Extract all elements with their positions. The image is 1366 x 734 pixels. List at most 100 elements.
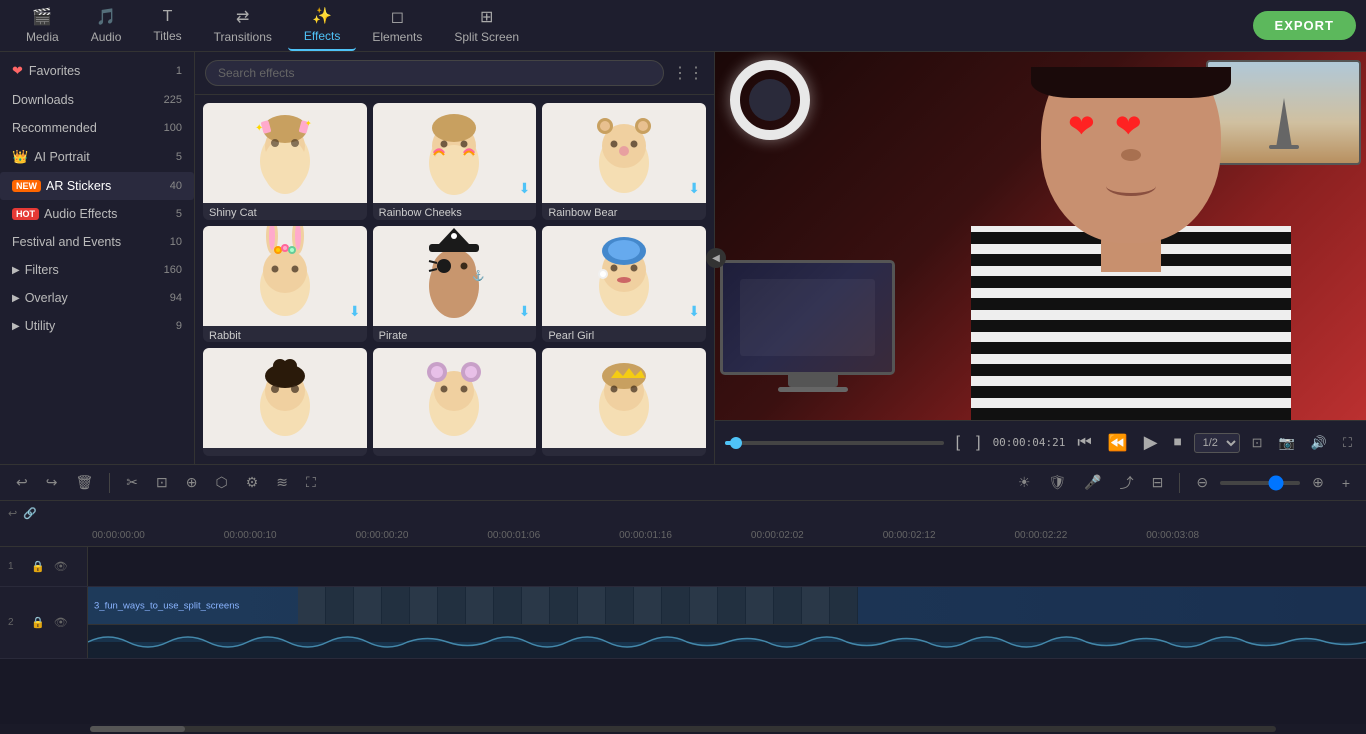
audio-adjust-button[interactable]: ≋ bbox=[270, 470, 294, 495]
crop-button[interactable]: ⊡ bbox=[150, 470, 174, 495]
sidebar-item-favorites[interactable]: ❤ Favorites 1 bbox=[0, 56, 194, 86]
shield-tool-button[interactable]: 🛡 bbox=[1042, 470, 1072, 495]
timeline-tracks: 1 🔒 👁 2 🔒 👁 3_fun_ways_to bbox=[0, 547, 1366, 724]
effects-icon: ✨ bbox=[312, 6, 332, 26]
track-2-content[interactable]: 3_fun_ways_to_use_split_screens bbox=[88, 587, 1366, 658]
nav-elements[interactable]: ◻ Elements bbox=[356, 1, 438, 50]
sidebar-item-overlay[interactable]: ▶ Overlay 94 bbox=[0, 284, 194, 312]
effects-grid: ✦ ✦ Shiny Cat bbox=[195, 95, 714, 464]
search-input[interactable] bbox=[205, 60, 664, 86]
redo-button[interactable]: ↪ bbox=[40, 470, 64, 495]
track-1-empty bbox=[88, 547, 1366, 586]
effects-panel: ⋮⋮ bbox=[195, 52, 715, 464]
rainbowbear-thumbnail bbox=[589, 108, 659, 198]
zoom-fit-button[interactable]: ⊕ bbox=[180, 470, 204, 495]
grid-view-icon[interactable]: ⋮⋮ bbox=[672, 63, 704, 83]
fit-to-screen-button[interactable]: ⊡ bbox=[1248, 431, 1267, 455]
play-button[interactable]: ▶ bbox=[1140, 428, 1162, 457]
track-2-lock-button[interactable]: 🔒 bbox=[29, 614, 47, 631]
mark-in-button[interactable]: [ bbox=[952, 430, 964, 456]
fullscreen-tool-button[interactable]: ⛶ bbox=[300, 470, 322, 495]
toolbar-right: ☀ 🛡 🎤 ⤴ ⊟ ⊖ ⊕ + bbox=[1012, 469, 1356, 497]
add-track-button[interactable]: + bbox=[1336, 471, 1356, 495]
timeline-scrollbar[interactable] bbox=[90, 726, 1276, 732]
effect-card-rabbit[interactable]: ⬇ Rabbit bbox=[203, 226, 367, 343]
scrollbar-thumb[interactable] bbox=[90, 726, 185, 732]
nav-effects[interactable]: ✨ Effects bbox=[288, 0, 356, 51]
sidebar-item-recommended[interactable]: Recommended 100 bbox=[0, 114, 194, 142]
mark-out-button[interactable]: ] bbox=[972, 430, 984, 456]
link-button[interactable]: ↩ bbox=[8, 507, 17, 520]
effect-card-9[interactable] bbox=[542, 348, 706, 456]
controls-bar: [ ] 00:00:04:21 ⏮ ⏪ ▶ ⏹ 1/4 1/2 1 2 ⊡ 📷 … bbox=[715, 420, 1366, 464]
effect-card-pirate[interactable]: ⚓ ⬇ Pirate bbox=[373, 226, 537, 343]
track-1-lock-button[interactable]: 🔒 bbox=[29, 558, 47, 575]
mic-tool-button[interactable]: 🎤 bbox=[1078, 470, 1107, 495]
stop-button[interactable]: ⏹ bbox=[1170, 430, 1186, 456]
main-body: ❤ Favorites 1 Downloads 225 Recommended … bbox=[0, 52, 1366, 464]
effect-card-7[interactable] bbox=[203, 348, 367, 456]
timeline-header: ↩ 🔗 bbox=[0, 501, 1366, 525]
undo-button[interactable]: ↩ bbox=[10, 470, 34, 495]
sidebar-item-utility[interactable]: ▶ Utility 9 bbox=[0, 312, 194, 340]
sidebar-item-aiportrait[interactable]: 👑 AI Portrait 5 bbox=[0, 142, 194, 172]
sidebar-item-downloads-count: 225 bbox=[164, 94, 182, 106]
film-frames bbox=[298, 587, 1366, 624]
volume-button[interactable]: 🔊 bbox=[1307, 431, 1331, 455]
detach-audio-button[interactable]: ⤴ bbox=[1114, 469, 1140, 497]
cut-button[interactable]: ✂ bbox=[120, 470, 144, 495]
frame-back-button[interactable]: ⏪ bbox=[1104, 429, 1132, 457]
unlink-button[interactable]: 🔗 bbox=[23, 507, 37, 520]
track-1-eye-button[interactable]: 👁 bbox=[52, 558, 70, 575]
speed-selector[interactable]: 1/4 1/2 1 2 bbox=[1194, 433, 1240, 453]
sidebar-item-aiportrait-label: AI Portrait bbox=[34, 150, 176, 164]
snapshot-button[interactable]: 📷 bbox=[1275, 431, 1299, 455]
nav-audio-label: Audio bbox=[91, 30, 122, 44]
sidebar-item-arstickers[interactable]: NEW AR Stickers 40 bbox=[0, 172, 194, 200]
color-button[interactable]: ⬡ bbox=[209, 470, 233, 495]
ruler-mark-5: 00:00:02:02 bbox=[749, 530, 881, 541]
ruler-mark-0: 00:00:00:00 bbox=[90, 530, 222, 541]
effect-card-rainbowbear[interactable]: ⬇ Rainbow Bear bbox=[542, 103, 706, 220]
nav-splitscreen[interactable]: ⊞ Split Screen bbox=[438, 1, 535, 50]
nav-titles[interactable]: T Titles bbox=[137, 2, 197, 49]
nav-transitions[interactable]: ⇄ Transitions bbox=[198, 1, 288, 50]
sidebar-item-recommended-label: Recommended bbox=[12, 121, 164, 135]
card7-label bbox=[203, 448, 367, 456]
effect-card-shinycat[interactable]: ✦ ✦ Shiny Cat bbox=[203, 103, 367, 220]
zoom-slider[interactable] bbox=[1220, 481, 1300, 485]
pearlgirl-thumbnail bbox=[589, 226, 659, 326]
panel-collapse-button[interactable]: ◀ bbox=[706, 248, 726, 268]
track-1-content[interactable] bbox=[88, 547, 1366, 586]
sidebar-item-festival[interactable]: Festival and Events 10 bbox=[0, 228, 194, 256]
effect-card-pearlgirl[interactable]: ⬇ Pearl Girl bbox=[542, 226, 706, 343]
sidebar-item-audioeffects[interactable]: HOT Audio Effects 5 bbox=[0, 200, 194, 228]
rainbowbear-label: Rainbow Bear bbox=[542, 203, 706, 220]
effect-card-8[interactable] bbox=[373, 348, 537, 456]
delete-button[interactable]: 🗑 bbox=[69, 470, 99, 495]
rainbowcheeks-download-icon: ⬇ bbox=[519, 180, 531, 197]
track-2-eye-button[interactable]: 👁 bbox=[52, 614, 70, 631]
progress-thumb[interactable] bbox=[730, 437, 742, 449]
sidebar-item-audioeffects-label: Audio Effects bbox=[44, 207, 176, 221]
preview-video: ❤❤ bbox=[715, 52, 1366, 420]
sidebar-item-downloads[interactable]: Downloads 225 bbox=[0, 86, 194, 114]
sun-tool-button[interactable]: ☀ bbox=[1012, 470, 1037, 495]
nav-audio[interactable]: 🎵 Audio bbox=[75, 1, 138, 50]
adjust-button[interactable]: ⚙ bbox=[240, 470, 265, 495]
sidebar-item-filters-count: 160 bbox=[164, 264, 182, 276]
fullscreen-button[interactable]: ⛶ bbox=[1339, 431, 1356, 455]
effect-card-rainbowcheeks[interactable]: ⬇ Rainbow Cheeks bbox=[373, 103, 537, 220]
nav-media[interactable]: 🎬 Media bbox=[10, 1, 75, 50]
sidebar-item-overlay-label: Overlay bbox=[25, 291, 68, 305]
rabbit-download-icon: ⬇ bbox=[349, 303, 361, 320]
step-back-button[interactable]: ⏮ bbox=[1073, 430, 1095, 456]
sidebar-item-filters[interactable]: ▶ Filters 160 bbox=[0, 256, 194, 284]
zoom-in-tool-button[interactable]: ⊕ bbox=[1306, 470, 1330, 495]
split-tool-button[interactable]: ⊟ bbox=[1146, 470, 1170, 495]
sidebar-item-festival-label: Festival and Events bbox=[12, 235, 170, 249]
zoom-out-tool-button[interactable]: ⊖ bbox=[1190, 470, 1214, 495]
ruler-mark-7: 00:00:02:22 bbox=[1012, 530, 1144, 541]
export-button[interactable]: EXPORT bbox=[1253, 11, 1356, 40]
progress-bar[interactable] bbox=[725, 441, 944, 445]
